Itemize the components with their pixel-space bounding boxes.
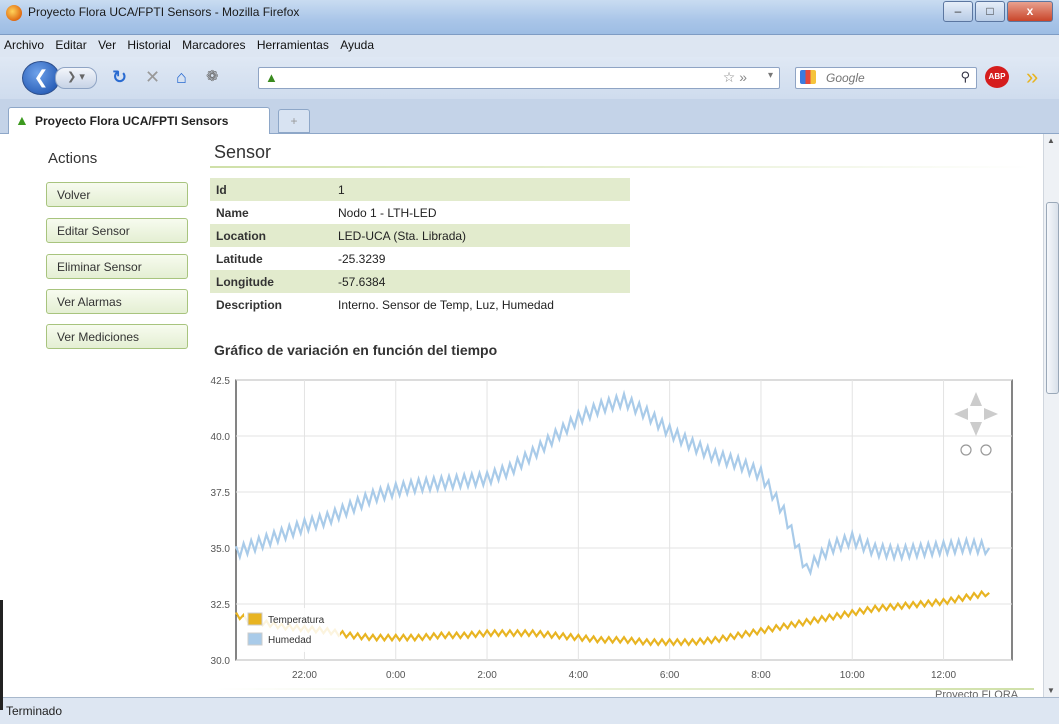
search-icon[interactable]: ⚲ (960, 69, 970, 85)
menu-historial[interactable]: Historial (123, 35, 174, 52)
table-row: Longitude -57.6384 (210, 270, 630, 293)
left-edge-shadow (0, 600, 3, 710)
window-title: Proyecto Flora UCA/FPTI Sensors - Mozill… (28, 5, 300, 19)
legend-swatch-humedad (247, 632, 263, 646)
scroll-up-icon[interactable]: ▲ (1047, 136, 1055, 145)
url-bar[interactable]: ▲ ☆ » ▾ (258, 67, 780, 89)
menu-bar: Archivo Editar Ver Historial Marcadores … (0, 35, 1059, 57)
sensor-details-table: Id 1 Name Nodo 1 - LTH-LED Location LED-UCA… (210, 178, 630, 316)
firefox-icon (6, 5, 22, 21)
menu-herramientas[interactable]: Herramientas (253, 35, 333, 52)
table-row: Id 1 (210, 178, 630, 201)
home-icon[interactable]: ⌂ (176, 67, 187, 87)
stop-icon[interactable]: ✕ (145, 67, 160, 87)
eliminar-sensor-button[interactable]: Eliminar Sensor (46, 254, 188, 279)
time-series-chart[interactable]: 30.0 32.5 35.0 37.5 40.0 42.5 22:00 0:00 2:00 4:0… (196, 370, 1026, 690)
y-tick-label: 30.0 (211, 656, 231, 667)
footer-text: Proyecto FLORA (935, 689, 1019, 697)
table-row: Latitude -25.3239 (216, 251, 386, 266)
menu-archivo[interactable]: Archivo (0, 35, 48, 52)
menu-ver[interactable]: Ver (94, 35, 120, 52)
title-bar: Proyecto Flora UCA/FPTI Sensors - Mozill… (0, 0, 1059, 35)
legend-label-temperatura: Temperatura (268, 615, 325, 626)
y-tick-label: 40.0 (211, 432, 231, 443)
menu-marcadores[interactable]: Marcadores (178, 35, 249, 52)
y-tick-label: 42.5 (211, 376, 231, 387)
forward-arrow-icon[interactable]: ❯ ▾ (55, 67, 97, 89)
footer-divider (214, 688, 1034, 690)
x-tick-label: 2:00 (477, 670, 497, 681)
tab-strip: ▲ Proyecto Flora UCA/FPTI Sensors + (0, 99, 1059, 134)
minimize-button[interactable]: – (943, 1, 973, 22)
maximize-button[interactable]: □ (975, 1, 1005, 22)
table-row: Name Nodo 1 - LTH-LED (216, 205, 437, 220)
volver-button[interactable]: Volver (46, 182, 188, 207)
addon-icon[interactable]: ❁ (206, 67, 219, 87)
adblock-icon[interactable]: ABP (985, 66, 1009, 88)
menu-ayuda[interactable]: Ayuda (336, 35, 378, 52)
title-divider (210, 166, 1030, 168)
scroll-down-icon[interactable]: ▼ (1047, 686, 1055, 695)
x-tick-label: 6:00 (660, 670, 680, 681)
x-tick-label: 10:00 (840, 670, 865, 681)
url-dropdown-icon[interactable]: ▾ (768, 70, 773, 81)
editar-sensor-button[interactable]: Editar Sensor (46, 218, 188, 243)
legend-label-humedad: Humedad (268, 635, 311, 646)
x-tick-label: 22:00 (292, 670, 317, 681)
close-button[interactable]: x (1007, 1, 1053, 22)
site-favicon-icon: ▲ (15, 112, 29, 128)
tab-label: Proyecto Flora UCA/FPTI Sensors (35, 114, 229, 128)
x-tick-label: 8:00 (751, 670, 771, 681)
y-tick-label: 32.5 (211, 600, 231, 611)
table-row: Description Interno. Sensor de Temp, Luz,… (216, 297, 554, 312)
page-content: Actions Volver Editar Sensor Eliminar Se… (0, 134, 1043, 697)
vertical-scrollbar[interactable]: ▲ ▼ (1043, 134, 1059, 697)
x-tick-label: 12:00 (931, 670, 956, 681)
status-text: Terminado (6, 704, 63, 718)
actions-title: Actions (48, 150, 98, 167)
search-input[interactable] (824, 69, 948, 87)
y-tick-label: 37.5 (211, 488, 231, 499)
status-bar: Terminado (0, 697, 1059, 724)
site-identity-icon: ▲ (265, 70, 278, 85)
search-bar[interactable]: ⚲ (795, 67, 977, 89)
navigation-toolbar: ❮ ❯ ▾ ↻ ✕ ⌂ ❁ ▲ ☆ » ▾ ⚲ ABP » (0, 57, 1059, 99)
scrollbar-thumb[interactable] (1046, 202, 1059, 394)
x-tick-label: 4:00 (569, 670, 589, 681)
ver-alarmas-button[interactable]: Ver Alarmas (46, 289, 188, 314)
x-tick-label: 0:00 (386, 670, 406, 681)
graph-title: Gráfico de variación en función del tiem… (214, 342, 498, 358)
page-title: Sensor (214, 142, 272, 162)
tab-proyecto-flora[interactable]: ▲ Proyecto Flora UCA/FPTI Sensors (8, 107, 270, 134)
ver-mediciones-button[interactable]: Ver Mediciones (46, 324, 188, 349)
legend-swatch-temperatura (247, 612, 263, 626)
bookmark-star-icon[interactable]: ☆ » (723, 69, 747, 86)
menu-editar[interactable]: Editar (51, 35, 90, 52)
reload-icon[interactable]: ↻ (112, 67, 127, 87)
y-tick-label: 35.0 (211, 544, 231, 555)
overflow-chevron-icon[interactable]: » (1026, 64, 1038, 90)
table-row: Location LED-UCA (Sta. Librada) (210, 224, 630, 247)
new-tab-button[interactable]: + (278, 109, 310, 133)
search-engine-icon[interactable] (800, 70, 816, 84)
plot-area (235, 379, 1013, 661)
